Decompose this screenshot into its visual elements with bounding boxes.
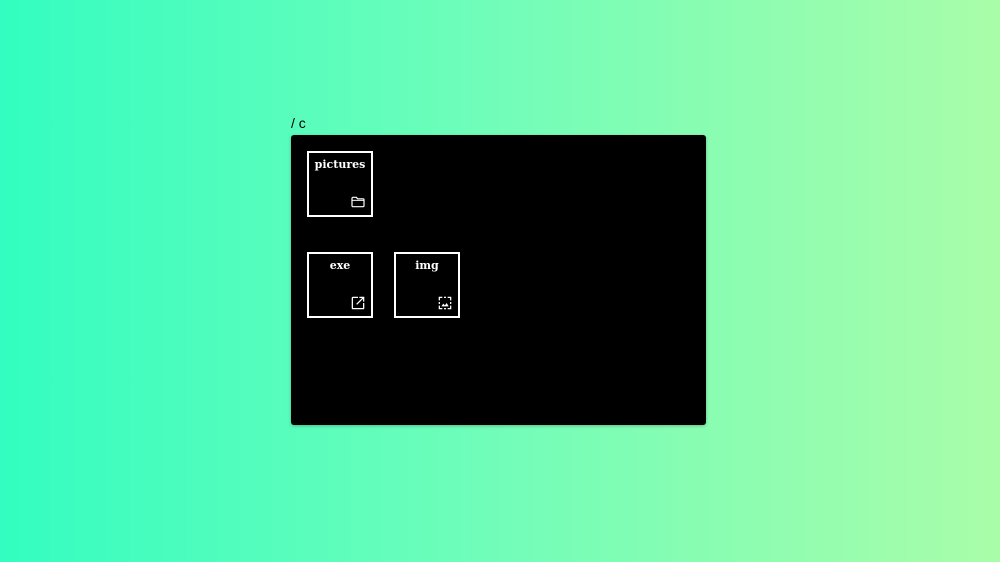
file-item-label: img [415,259,439,272]
folder-icon [350,194,366,210]
file-item-label: exe [329,259,351,272]
image-icon [437,295,453,311]
file-explorer-window: pictures exe img [291,135,706,425]
file-item-pictures[interactable]: pictures [307,151,373,217]
open-in-new-icon [350,295,366,311]
file-item-exe[interactable]: exe [307,252,373,318]
file-item-label: pictures [314,158,366,171]
file-item-img[interactable]: img [394,252,460,318]
breadcrumb: / c [291,115,306,131]
